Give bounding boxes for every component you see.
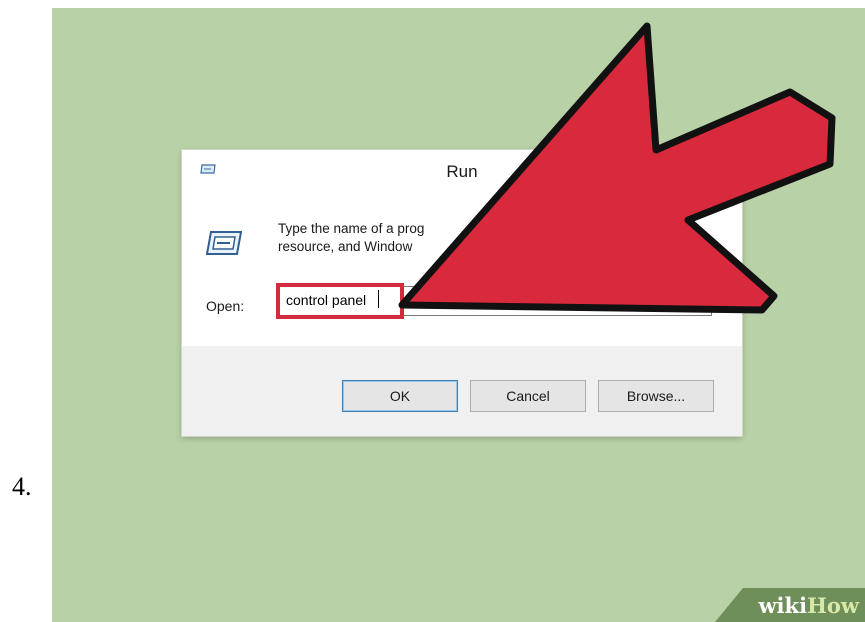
step-number: 4. [12,472,32,501]
illustration-scene: Run Type the name of a prog resource, an… [52,8,865,622]
wikihow-logo-part-2: How [807,593,859,618]
wikihow-logo: wikiHow [758,593,859,618]
wikihow-logo-part-1: wiki [758,593,808,618]
pointer-arrow-icon [398,22,836,314]
arrow-shape [398,22,836,314]
